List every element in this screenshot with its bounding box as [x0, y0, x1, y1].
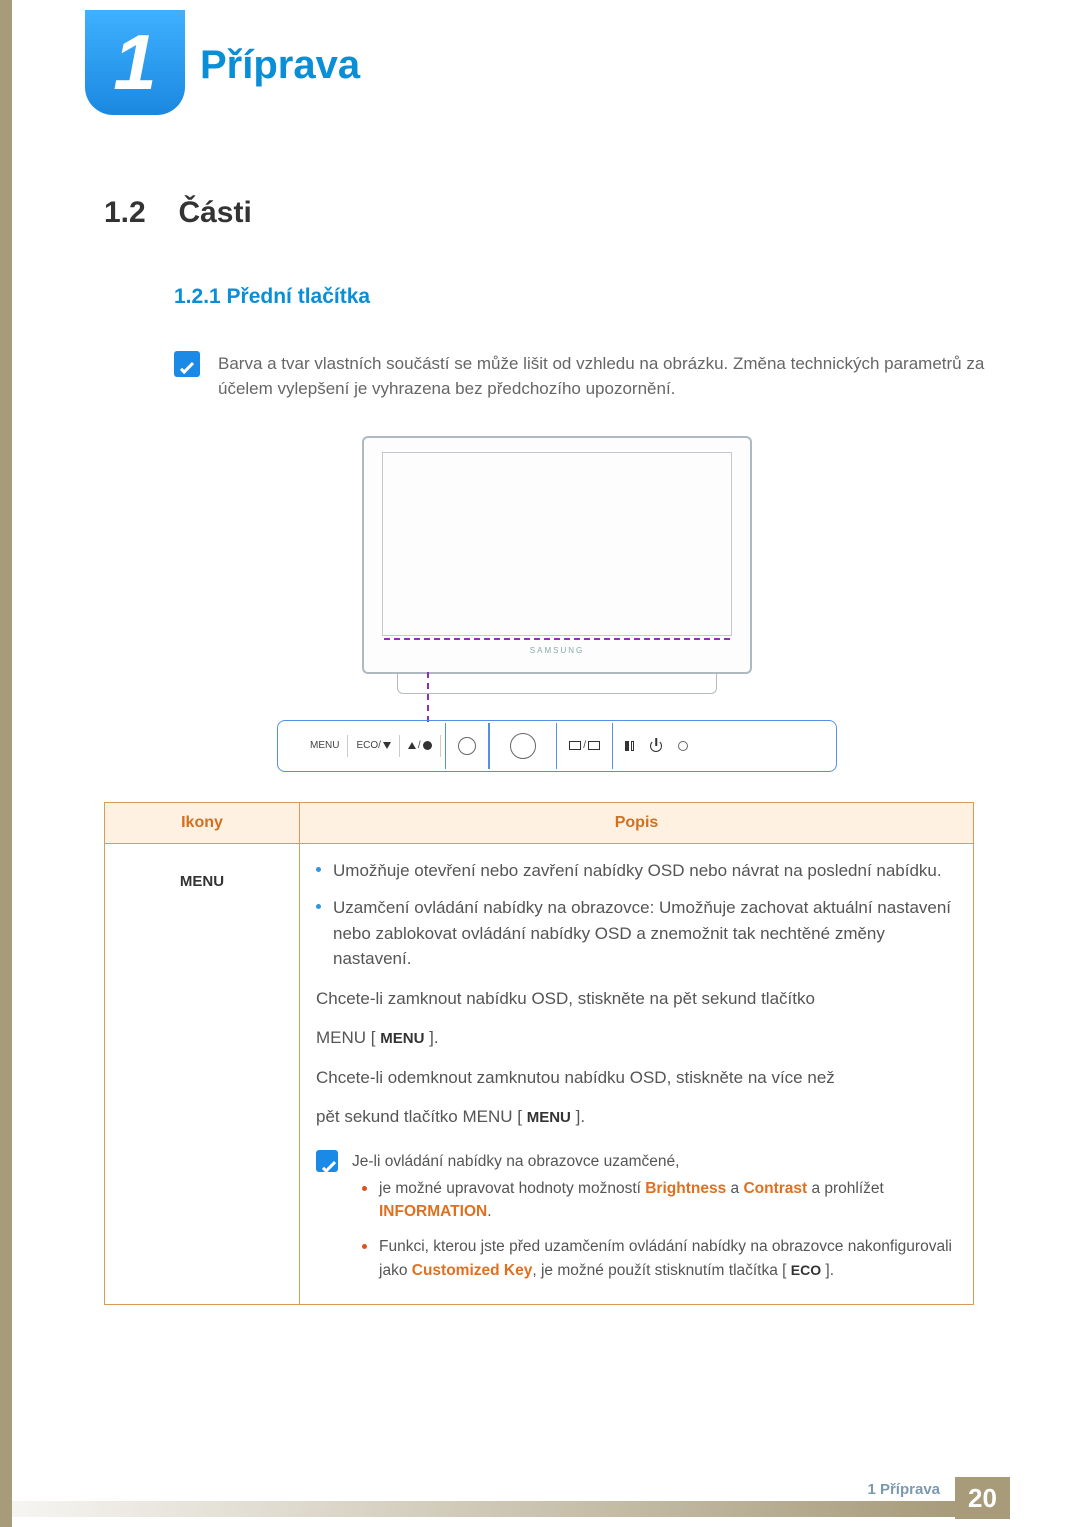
bullet-item: je možné upravovat hodnoty možností Brig… — [362, 1177, 957, 1224]
note-icon — [174, 351, 200, 377]
th-ikony: Ikony — [105, 802, 300, 843]
led-icon — [678, 741, 688, 751]
pip-icon — [625, 741, 634, 751]
eco-label: ECO — [791, 1262, 821, 1278]
monitor-stand — [397, 674, 717, 694]
dot-icon — [423, 741, 432, 750]
inner-note-content: Je-li ovládání nabídky na obrazovce uzam… — [352, 1150, 957, 1294]
paragraph: Chcete-li zamknout nabídku OSD, stisknět… — [316, 986, 957, 1012]
bullet-icon — [362, 1244, 367, 1249]
bb-circle2 — [494, 735, 552, 757]
side-stripe — [0, 0, 12, 1527]
footer-chapter-ref: 1 Příprava — [867, 1479, 940, 1502]
page-header: 1 Příprava — [0, 0, 1080, 120]
subsection-heading: 1.2.1 Přední tlačítka — [174, 281, 1010, 313]
bb-circle1 — [450, 735, 484, 757]
inner-note: Je-li ovládání nabídky na obrazovce uzam… — [316, 1150, 957, 1294]
callout-line-horizontal — [384, 638, 730, 640]
note-text: Barva a tvar vlastních součástí se může … — [218, 351, 1010, 402]
bar-divider — [488, 723, 490, 769]
paragraph: MENU [ MENU ]. — [316, 1025, 957, 1051]
page-number: 20 — [955, 1477, 1010, 1519]
bullet-icon — [362, 1186, 367, 1191]
menu-label: MENU — [180, 873, 224, 890]
enter-icon — [588, 741, 600, 750]
button-bar: MENU ECO/ / / — [277, 720, 837, 772]
triangle-down-icon — [383, 742, 391, 749]
section-heading: 1.2 Části — [104, 190, 1010, 235]
section-number: 1.2 — [104, 190, 146, 235]
bar-divider — [445, 723, 447, 769]
content: 1.2 Části 1.2.1 Přední tlačítka Barva a … — [0, 120, 1080, 772]
bullet-item: Uzamčení ovládání nabídky na obrazovce: … — [316, 895, 957, 972]
paragraph: pět sekund tlačítko MENU [ MENU ]. — [316, 1104, 957, 1130]
paragraph: Chcete-li odemknout zamknutou nabídku OS… — [316, 1065, 957, 1091]
bar-divider — [556, 723, 558, 769]
circle-icon — [510, 733, 536, 759]
bb-right-group — [617, 735, 696, 757]
bullet-icon — [316, 904, 321, 909]
bullet-text: Funkci, kterou jste před uzamčením ovlád… — [379, 1235, 957, 1282]
brand-text: SAMSUNG — [530, 645, 584, 657]
chapter-number: 1 — [113, 4, 156, 121]
bullet-text: Uzamčení ovládání nabídky na obrazovce: … — [333, 895, 957, 972]
cell-description: Umožňuje otevření nebo zavření nabídky O… — [300, 843, 974, 1304]
page-footer: 1 Příprava 20 — [0, 1472, 1080, 1527]
bullet-text: je možné upravovat hodnoty možností Brig… — [379, 1177, 957, 1224]
monitor-illustration: SAMSUNG MENU ECO/ / / — [277, 436, 837, 772]
bb-menu: MENU — [302, 735, 348, 757]
bb-source: / — [561, 735, 608, 757]
bullet-text: Umožňuje otevření nebo zavření nabídky O… — [333, 858, 942, 884]
table-header-row: Ikony Popis — [105, 802, 974, 843]
note-icon — [316, 1150, 338, 1172]
chapter-title: Příprava — [200, 35, 360, 95]
triangle-up-icon — [408, 742, 416, 749]
table-row: MENU Umožňuje otevření nebo zavření nabí… — [105, 843, 974, 1304]
monitor-outline: SAMSUNG — [362, 436, 752, 674]
icons-table: Ikony Popis MENU Umožňuje otevření nebo … — [104, 802, 974, 1305]
cell-icon: MENU — [105, 843, 300, 1304]
source-icon — [569, 741, 581, 750]
menu-label: MENU — [527, 1109, 571, 1126]
monitor-screen — [382, 452, 732, 636]
bb-up: / — [400, 735, 441, 757]
power-icon — [650, 740, 662, 752]
menu-label: MENU — [380, 1030, 424, 1047]
callout-line-vertical — [427, 672, 429, 722]
circle-icon — [458, 737, 476, 755]
bar-divider — [612, 723, 614, 769]
bb-eco: ECO/ — [348, 735, 399, 757]
bullet-item: Funkci, kterou jste před uzamčením ovlád… — [362, 1235, 957, 1282]
chapter-badge: 1 — [85, 10, 185, 115]
bullet-icon — [316, 867, 321, 872]
top-note: Barva a tvar vlastních součástí se může … — [174, 351, 1010, 402]
footer-band — [12, 1501, 960, 1517]
note-intro: Je-li ovládání nabídky na obrazovce uzam… — [352, 1150, 957, 1173]
th-popis: Popis — [300, 802, 974, 843]
bullet-item: Umožňuje otevření nebo zavření nabídky O… — [316, 858, 957, 884]
section-title: Části — [178, 196, 251, 229]
